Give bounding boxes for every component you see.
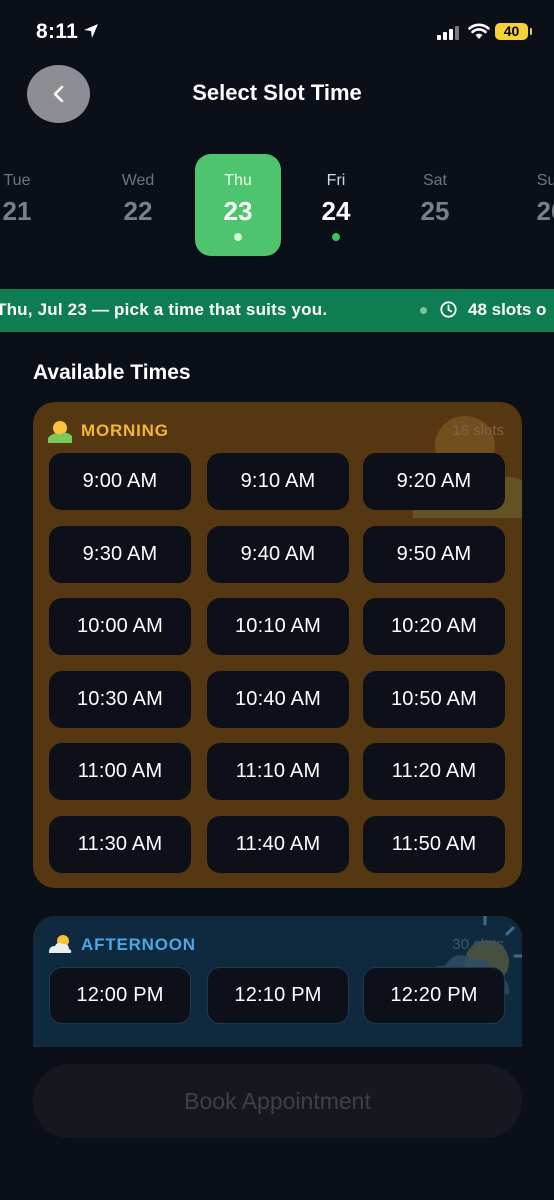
time-slot-button[interactable]: 10:20 AM [363, 598, 505, 655]
date-item-thu[interactable]: Thu 23 [195, 154, 281, 256]
availability-dot [234, 233, 242, 241]
time-slot-button[interactable]: 9:10 AM [207, 453, 349, 510]
book-appointment-button[interactable]: Book Appointment [33, 1064, 522, 1138]
time-slot-button[interactable]: 12:10 PM [207, 967, 349, 1024]
page-title: Select Slot Time [192, 80, 362, 105]
afternoon-slot-count: 30 slots [452, 936, 504, 953]
time-slot-button[interactable]: 11:50 AM [363, 815, 505, 873]
date-dow: Wed [121, 172, 155, 189]
date-dow: Sun [536, 172, 554, 189]
morning-card: MORNING 18 slots 9:00 AM 9:10 AM 9:20 AM 9:… [33, 402, 522, 888]
morning-label: MORNING [81, 421, 169, 440]
date-number: 26 [536, 196, 554, 226]
time-slot-button[interactable]: 10:40 AM [207, 670, 349, 728]
date-dow: Thu [224, 172, 252, 189]
time-slot-button[interactable]: 11:20 AM [363, 743, 505, 800]
afternoon-label: AFTERNOON [81, 935, 196, 954]
time-slot-button[interactable]: 11:30 AM [49, 815, 191, 873]
time-slot-button[interactable]: 10:00 AM [49, 598, 191, 655]
date-item-fri[interactable]: Fri 24 [293, 154, 379, 256]
date-strip[interactable]: Tue 21 Wed 22 Thu 23 Fri 24 Sat 25 Sun 2… [0, 154, 554, 258]
battery-icon: 40 [495, 23, 528, 40]
afternoon-card: AFTERNOON 30 slots 12:00 PM 12:10 PM 12:20… [33, 916, 522, 1047]
date-number: 23 [223, 196, 253, 226]
time-slot-button[interactable]: 12:00 PM [49, 967, 191, 1024]
clock-icon [440, 301, 457, 318]
banner-slot-count: 48 slots o [468, 300, 547, 319]
status-time: 8:11 [36, 20, 79, 43]
cloud-sun-icon [49, 935, 72, 953]
date-number: 22 [123, 196, 153, 226]
section-title: Available Times [33, 361, 191, 384]
date-number: 24 [321, 196, 351, 226]
date-number: 21 [2, 196, 32, 226]
sunrise-icon [48, 421, 72, 443]
time-slot-button[interactable]: 9:30 AM [49, 525, 191, 583]
date-item-sat[interactable]: Sat 25 [392, 154, 478, 256]
time-slot-button[interactable]: 9:00 AM [49, 453, 191, 510]
time-slot-button[interactable]: 9:20 AM [363, 453, 505, 510]
time-slot-button[interactable]: 10:10 AM [207, 598, 349, 655]
date-dow: Fri [326, 172, 346, 189]
banner-message: Thu, Jul 23 — pick a time that suits you… [0, 300, 328, 319]
time-slot-button[interactable]: 10:30 AM [49, 670, 191, 728]
date-item-tue[interactable]: Tue 21 [0, 154, 60, 256]
date-item-sun[interactable]: Sun 26 [508, 154, 554, 256]
time-slot-button[interactable]: 9:50 AM [363, 525, 505, 583]
location-arrow-icon [84, 24, 98, 38]
availability-dot [332, 233, 340, 241]
date-dow: Sat [422, 172, 447, 189]
time-slot-button[interactable]: 10:50 AM [363, 670, 505, 728]
date-number: 25 [420, 196, 450, 226]
morning-slot-count: 18 slots [452, 422, 504, 439]
wifi-icon [468, 23, 490, 39]
banner-separator-dot [420, 307, 427, 314]
status-bar: 8:11 40 [0, 0, 554, 66]
time-slot-button[interactable]: 11:10 AM [207, 743, 349, 800]
date-banner: Thu, Jul 23 — pick a time that suits you… [0, 289, 554, 332]
time-slot-button[interactable]: 12:20 PM [363, 967, 505, 1024]
date-item-wed[interactable]: Wed 22 [95, 154, 181, 256]
time-slot-button[interactable]: 9:40 AM [207, 525, 349, 583]
time-slot-button[interactable]: 11:40 AM [207, 815, 349, 873]
battery-tip [530, 28, 532, 35]
time-slot-button[interactable]: 11:00 AM [49, 743, 191, 800]
date-dow: Tue [3, 172, 31, 189]
